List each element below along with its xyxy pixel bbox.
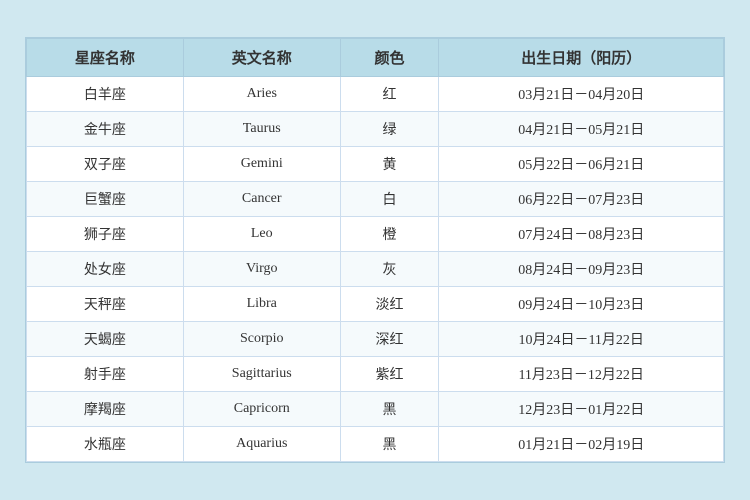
cell-english-name: Cancer bbox=[183, 182, 340, 217]
cell-color: 灰 bbox=[340, 252, 439, 287]
cell-chinese-name: 摩羯座 bbox=[27, 392, 184, 427]
cell-dates: 07月24日－08月23日 bbox=[439, 217, 724, 252]
table-header-row: 星座名称 英文名称 颜色 出生日期（阳历） bbox=[27, 39, 724, 77]
cell-chinese-name: 巨蟹座 bbox=[27, 182, 184, 217]
cell-chinese-name: 金牛座 bbox=[27, 112, 184, 147]
table-row: 天蝎座Scorpio深红10月24日－11月22日 bbox=[27, 322, 724, 357]
cell-dates: 03月21日－04月20日 bbox=[439, 77, 724, 112]
zodiac-table-container: 星座名称 英文名称 颜色 出生日期（阳历） 白羊座Aries红03月21日－04… bbox=[25, 37, 725, 463]
cell-dates: 11月23日－12月22日 bbox=[439, 357, 724, 392]
cell-chinese-name: 水瓶座 bbox=[27, 427, 184, 462]
header-chinese-name: 星座名称 bbox=[27, 39, 184, 77]
cell-chinese-name: 处女座 bbox=[27, 252, 184, 287]
table-row: 巨蟹座Cancer白06月22日－07月23日 bbox=[27, 182, 724, 217]
cell-color: 淡红 bbox=[340, 287, 439, 322]
header-english-name: 英文名称 bbox=[183, 39, 340, 77]
cell-english-name: Sagittarius bbox=[183, 357, 340, 392]
cell-color: 白 bbox=[340, 182, 439, 217]
cell-color: 黑 bbox=[340, 392, 439, 427]
header-color: 颜色 bbox=[340, 39, 439, 77]
cell-color: 深红 bbox=[340, 322, 439, 357]
cell-chinese-name: 双子座 bbox=[27, 147, 184, 182]
cell-english-name: Taurus bbox=[183, 112, 340, 147]
cell-english-name: Libra bbox=[183, 287, 340, 322]
cell-dates: 09月24日－10月23日 bbox=[439, 287, 724, 322]
cell-chinese-name: 射手座 bbox=[27, 357, 184, 392]
cell-color: 黄 bbox=[340, 147, 439, 182]
table-row: 双子座Gemini黄05月22日－06月21日 bbox=[27, 147, 724, 182]
cell-color: 橙 bbox=[340, 217, 439, 252]
cell-color: 紫红 bbox=[340, 357, 439, 392]
cell-english-name: Aries bbox=[183, 77, 340, 112]
cell-dates: 04月21日－05月21日 bbox=[439, 112, 724, 147]
cell-dates: 10月24日－11月22日 bbox=[439, 322, 724, 357]
cell-dates: 01月21日－02月19日 bbox=[439, 427, 724, 462]
header-dates: 出生日期（阳历） bbox=[439, 39, 724, 77]
table-row: 射手座Sagittarius紫红11月23日－12月22日 bbox=[27, 357, 724, 392]
table-row: 摩羯座Capricorn黑12月23日－01月22日 bbox=[27, 392, 724, 427]
cell-color: 红 bbox=[340, 77, 439, 112]
table-row: 处女座Virgo灰08月24日－09月23日 bbox=[27, 252, 724, 287]
cell-english-name: Capricorn bbox=[183, 392, 340, 427]
cell-color: 黑 bbox=[340, 427, 439, 462]
cell-english-name: Aquarius bbox=[183, 427, 340, 462]
table-row: 金牛座Taurus绿04月21日－05月21日 bbox=[27, 112, 724, 147]
cell-chinese-name: 白羊座 bbox=[27, 77, 184, 112]
cell-chinese-name: 狮子座 bbox=[27, 217, 184, 252]
zodiac-table: 星座名称 英文名称 颜色 出生日期（阳历） 白羊座Aries红03月21日－04… bbox=[26, 38, 724, 462]
table-row: 水瓶座Aquarius黑01月21日－02月19日 bbox=[27, 427, 724, 462]
table-row: 白羊座Aries红03月21日－04月20日 bbox=[27, 77, 724, 112]
cell-chinese-name: 天蝎座 bbox=[27, 322, 184, 357]
cell-chinese-name: 天秤座 bbox=[27, 287, 184, 322]
cell-english-name: Gemini bbox=[183, 147, 340, 182]
cell-dates: 08月24日－09月23日 bbox=[439, 252, 724, 287]
cell-english-name: Leo bbox=[183, 217, 340, 252]
cell-dates: 05月22日－06月21日 bbox=[439, 147, 724, 182]
cell-english-name: Scorpio bbox=[183, 322, 340, 357]
cell-dates: 06月22日－07月23日 bbox=[439, 182, 724, 217]
table-row: 天秤座Libra淡红09月24日－10月23日 bbox=[27, 287, 724, 322]
cell-color: 绿 bbox=[340, 112, 439, 147]
cell-english-name: Virgo bbox=[183, 252, 340, 287]
table-row: 狮子座Leo橙07月24日－08月23日 bbox=[27, 217, 724, 252]
cell-dates: 12月23日－01月22日 bbox=[439, 392, 724, 427]
